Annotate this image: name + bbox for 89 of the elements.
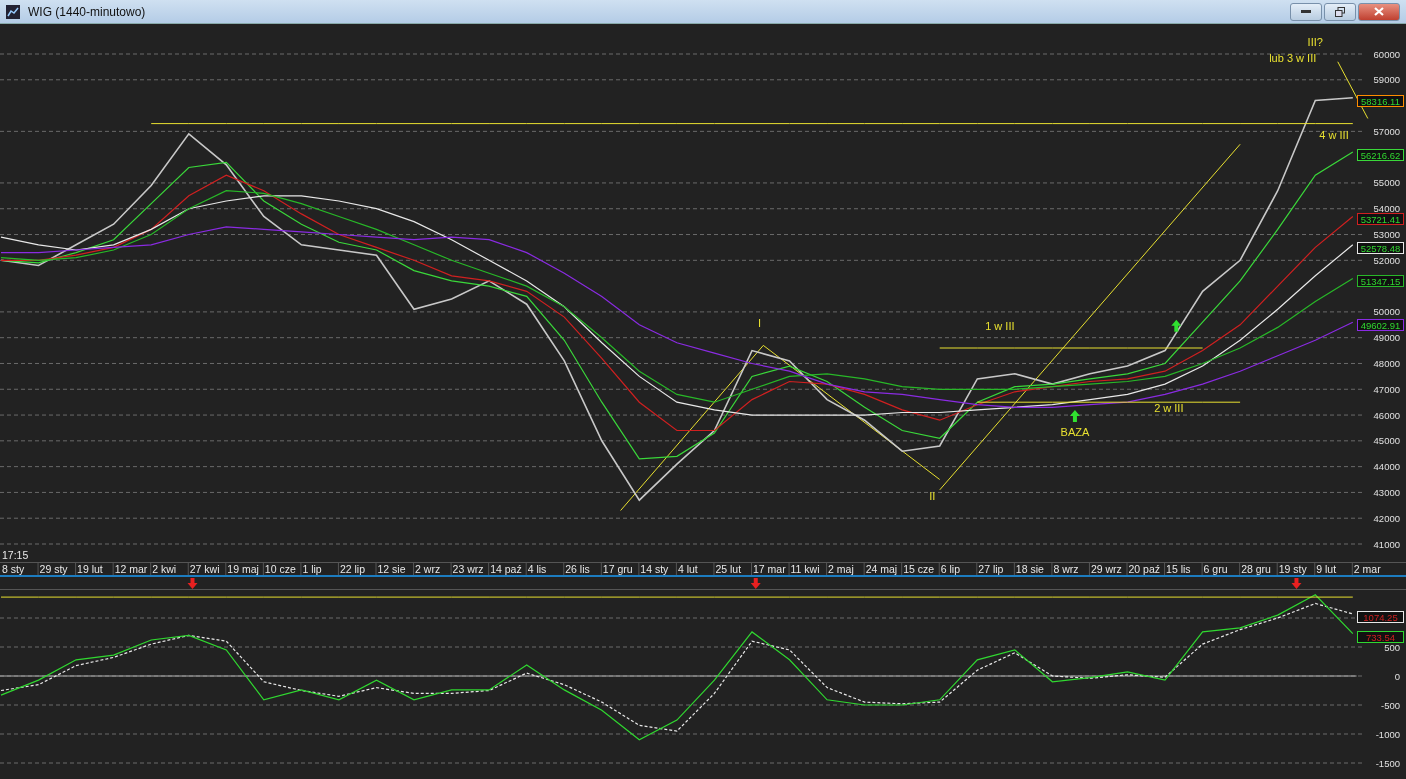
minimize-button[interactable] <box>1290 2 1322 21</box>
date-label: 8 sty <box>2 563 25 575</box>
window-title: WIG (1440-minutowo) <box>28 4 147 19</box>
close-button[interactable] <box>1358 2 1400 21</box>
value-tag: 52578.48 <box>1357 242 1404 254</box>
axis-tick-label: 53000 <box>1373 229 1400 241</box>
wave-label: 1 w III <box>985 319 1015 332</box>
value-tag: 58316.11 <box>1357 95 1404 107</box>
value-tag: 56216.62 <box>1357 149 1404 161</box>
date-label: 8 wrz <box>1053 563 1079 575</box>
value-tag: 733.54 <box>1357 631 1404 643</box>
axis-tick-label: 54000 <box>1373 203 1400 215</box>
value-tag: 1074.25 <box>1357 611 1404 623</box>
axis-tick-label: 50000 <box>1373 306 1400 318</box>
axis-tick-label: 500 <box>1384 641 1400 653</box>
axis-tick-label: -1000 <box>1375 728 1400 740</box>
date-label: 2 kwi <box>152 563 177 575</box>
date-label: 2 maj <box>828 563 854 575</box>
axis-tick-label: 44000 <box>1373 461 1400 473</box>
wave-label: BAZA <box>1060 425 1090 438</box>
date-label: 18 sie <box>1015 563 1044 575</box>
up-arrow-icon <box>1069 409 1080 422</box>
date-label: 15 lis <box>1166 563 1191 575</box>
date-label: 17 gru <box>602 563 633 575</box>
date-label: 2 mar <box>1353 563 1381 575</box>
date-label: 23 wrz <box>452 563 484 575</box>
axis-tick-label: 47000 <box>1373 383 1400 395</box>
date-label: 14 paź <box>490 563 522 575</box>
date-label: 29 sty <box>39 563 68 575</box>
date-label: 14 sty <box>640 563 669 575</box>
close-icon <box>1374 7 1384 16</box>
value-tag: 49602.91 <box>1357 319 1404 331</box>
date-label: 26 lis <box>565 563 590 575</box>
date-label: 17 mar <box>753 563 786 575</box>
wave-label: II <box>929 490 936 503</box>
date-label: 2 wrz <box>415 563 441 575</box>
axis-tick-label: 48000 <box>1373 357 1400 369</box>
date-label: 24 maj <box>865 563 898 575</box>
wave-label: lub 3 w III <box>1269 51 1317 64</box>
axis-tick-label: 55000 <box>1373 177 1400 189</box>
time-label: 17:15 <box>2 549 29 561</box>
date-label: 25 lut <box>715 563 742 575</box>
axis-tick-label: 59000 <box>1373 74 1400 86</box>
date-label: 20 paź <box>1128 563 1161 575</box>
axis-tick-label: 0 <box>1394 670 1400 682</box>
wave-label: I <box>758 317 762 330</box>
restore-icon <box>1335 6 1345 17</box>
date-label: 6 gru <box>1203 563 1228 575</box>
axis-tick-label: -500 <box>1381 699 1400 711</box>
axis-tick-label: 42000 <box>1373 512 1400 524</box>
value-tag: 51347.15 <box>1357 275 1404 287</box>
date-label: 27 lip <box>978 563 1004 575</box>
axis-tick-label: 60000 <box>1373 48 1400 60</box>
axis-tick-label: 46000 <box>1373 409 1400 421</box>
minimize-icon <box>1301 9 1311 14</box>
wave-label: 2 w III <box>1154 402 1184 415</box>
down-arrow-icon <box>187 578 198 589</box>
axis-tick-label: 57000 <box>1373 125 1400 137</box>
date-label: 11 kwi <box>790 563 820 575</box>
date-label: 9 lut <box>1316 563 1337 575</box>
axis-tick-label: 41000 <box>1373 538 1400 550</box>
date-label: 19 sty <box>1278 563 1307 575</box>
date-label: 19 maj <box>227 563 259 575</box>
axis-tick-label: -1500 <box>1375 757 1400 769</box>
up-arrow-icon <box>1171 319 1182 332</box>
app-icon <box>6 4 20 19</box>
value-tag: 53721.41 <box>1357 213 1404 225</box>
axis-tick-label: 52000 <box>1373 254 1400 266</box>
wave-label: 4 w III <box>1319 129 1349 142</box>
date-label: 29 wrz <box>1090 563 1122 575</box>
date-label: 12 mar <box>114 563 148 575</box>
date-label: 12 sie <box>377 563 406 575</box>
date-label: 10 cze <box>264 563 296 575</box>
date-label: 1 lip <box>302 563 322 575</box>
date-label: 15 cze <box>903 563 935 575</box>
date-label: 28 gru <box>1241 563 1271 575</box>
axis-tick-label: 43000 <box>1373 486 1400 498</box>
date-label: 19 lut <box>77 563 103 575</box>
axis-tick-label: 45000 <box>1373 435 1400 447</box>
date-label: 4 lut <box>677 563 698 575</box>
date-label: 22 lip <box>339 563 366 575</box>
date-label: 27 kwi <box>189 563 220 575</box>
down-arrow-icon <box>750 578 761 589</box>
down-arrow-icon <box>1291 578 1302 589</box>
date-label: 6 lip <box>940 563 960 575</box>
wave-label: III? <box>1307 36 1323 49</box>
axis-tick-label: 49000 <box>1373 332 1400 344</box>
date-label: 4 lis <box>527 563 547 575</box>
restore-button[interactable] <box>1324 2 1356 21</box>
